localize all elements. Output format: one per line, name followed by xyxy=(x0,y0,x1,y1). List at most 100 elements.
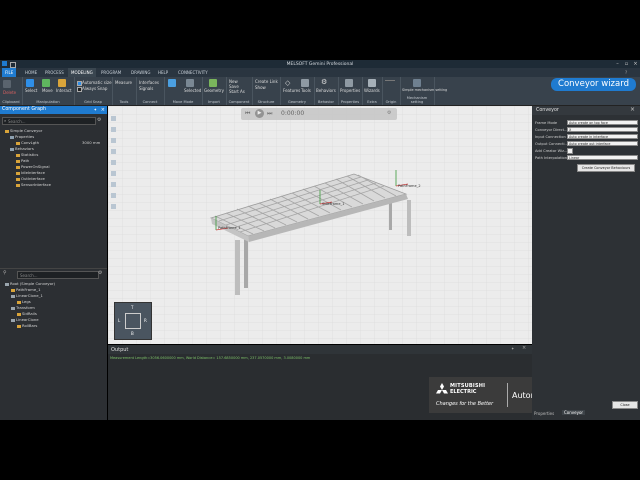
start-as-button[interactable]: Start As xyxy=(229,89,245,94)
menu-process[interactable]: PROCESS xyxy=(42,68,67,77)
view-tool-icon[interactable] xyxy=(111,127,116,132)
3d-viewport[interactable]: PathFrame_2 PathFrame_1 SideFrame_1 ⏮ ▶ … xyxy=(108,106,532,344)
view-tool-icon[interactable] xyxy=(111,116,116,121)
interact-icon[interactable] xyxy=(58,79,66,87)
paste-icon[interactable] xyxy=(3,80,11,88)
tree-item[interactable]: SidRails xyxy=(17,311,37,316)
navigation-cube[interactable]: T L R B xyxy=(114,302,152,340)
pin-icon[interactable]: ✦ xyxy=(94,106,97,114)
selected-button[interactable]: Selected xyxy=(184,88,201,93)
tree-item[interactable]: Behaviors xyxy=(10,146,34,151)
pin-icon[interactable]: ✦ xyxy=(511,346,514,351)
tree-item[interactable]: LinearClone_1 xyxy=(11,293,43,298)
close-icon[interactable]: × xyxy=(630,106,635,113)
tree-item[interactable]: Transform xyxy=(11,305,35,310)
delete-button[interactable]: Delete xyxy=(3,90,16,95)
tree-item[interactable]: Simple Conveyor xyxy=(5,128,42,133)
menu-file[interactable]: FILE xyxy=(2,68,17,77)
geometry-button[interactable]: Geometry xyxy=(204,88,224,93)
mechanism-icon[interactable] xyxy=(413,79,421,87)
tree-item[interactable]: ConvLgth xyxy=(16,140,39,145)
origin-icon[interactable] xyxy=(385,80,395,81)
tree-item[interactable]: Legs xyxy=(17,299,31,304)
tree-item[interactable]: LinearClone xyxy=(11,317,39,322)
tree-item[interactable]: Path xyxy=(16,158,29,163)
move-button[interactable]: Move xyxy=(42,88,53,93)
search-input-2[interactable]: Search... xyxy=(17,271,99,279)
tree-item[interactable]: IdleInterface xyxy=(16,170,45,175)
maximize-button[interactable]: ▫ xyxy=(622,60,631,68)
select-arrow-icon[interactable] xyxy=(26,79,34,87)
properties-icon[interactable] xyxy=(345,79,353,87)
close-icon[interactable]: × xyxy=(101,106,105,114)
simple-mechanism-button[interactable]: Simple mechanism setting xyxy=(402,88,447,92)
settings-gear-icon[interactable]: ⚙ xyxy=(98,270,102,276)
tree-item[interactable]: Statistics xyxy=(16,152,38,157)
menu-drawing[interactable]: DRAWING xyxy=(128,68,153,77)
tree-item[interactable]: OutInterface xyxy=(16,176,45,181)
tools-button[interactable]: Tools xyxy=(301,88,311,93)
search-input[interactable]: Search... ⌕ xyxy=(2,117,96,125)
nav-right[interactable]: R xyxy=(144,318,147,323)
conveyor-direction-select[interactable]: X xyxy=(567,127,638,132)
view-tool-icon[interactable] xyxy=(111,160,116,165)
features-button[interactable]: Features xyxy=(283,88,300,93)
filter-icon[interactable]: ⚲ xyxy=(3,270,7,276)
menu-connectivity[interactable]: CONNECTIVITY xyxy=(175,68,211,77)
menu-help[interactable]: HELP xyxy=(155,68,171,77)
close-window-button[interactable]: × xyxy=(631,60,640,68)
create-link-button[interactable]: Create Link xyxy=(255,79,278,84)
diamond-icon[interactable]: ◇ xyxy=(285,79,290,87)
close-button[interactable]: Close xyxy=(612,401,638,409)
tree-item[interactable]: PathFrame_1 xyxy=(11,287,41,292)
nav-cube-face[interactable] xyxy=(125,313,141,329)
view-tool-icon[interactable] xyxy=(111,138,116,143)
step-icon[interactable]: ⏭ xyxy=(267,110,272,118)
input-connection-select[interactable]: Auto create in interface xyxy=(567,134,638,139)
view-tool-icon[interactable] xyxy=(111,149,116,154)
wizards-icon[interactable] xyxy=(368,79,376,87)
add-creator-wizard-checkbox[interactable] xyxy=(567,148,573,154)
gear-icon[interactable]: ⚙ xyxy=(321,78,327,86)
output-connection-select[interactable]: Auto create out interface xyxy=(567,141,638,146)
view-tool-icon[interactable] xyxy=(111,204,116,209)
close-icon[interactable]: × xyxy=(522,345,526,351)
select-button[interactable]: Select xyxy=(25,88,37,93)
interact-button[interactable]: Interact xyxy=(56,88,72,93)
tree-item[interactable]: PowerOnSignal xyxy=(16,164,50,169)
geometry-icon[interactable] xyxy=(209,79,217,87)
show-button[interactable]: Show xyxy=(255,85,266,90)
help-icon[interactable]: ? xyxy=(625,70,627,75)
interfaces-button[interactable]: Interfaces xyxy=(139,80,159,85)
view-tool-icon[interactable] xyxy=(111,193,116,198)
view-tool-icon[interactable] xyxy=(111,171,116,176)
tab-properties[interactable]: Properties xyxy=(534,411,554,416)
tree-item[interactable]: Properties xyxy=(10,134,34,139)
path-interpolation-select[interactable]: Linear xyxy=(567,155,638,160)
tab-conveyor[interactable]: Conveyor xyxy=(562,410,586,415)
nav-top[interactable]: T xyxy=(131,305,133,310)
minimize-button[interactable]: – xyxy=(613,60,622,68)
nav-bottom[interactable]: B xyxy=(131,331,134,336)
signals-button[interactable]: Signals xyxy=(139,86,153,91)
settings-icon[interactable]: ⚙ xyxy=(387,110,391,116)
measure-button[interactable]: Measure xyxy=(115,80,132,85)
hierarchy-icon[interactable] xyxy=(168,79,176,87)
reset-icon[interactable]: ⏮ xyxy=(245,110,250,118)
play-icon[interactable]: ▶ xyxy=(255,109,264,118)
create-conveyor-behaviours-button[interactable]: Create Conveyor Behaviours xyxy=(577,164,635,172)
selected-icon[interactable] xyxy=(186,79,194,87)
settings-gear-icon[interactable]: ⚙ xyxy=(97,117,101,123)
tree-item[interactable]: RollBars xyxy=(17,323,37,328)
tools-icon[interactable] xyxy=(301,79,309,87)
behaviors-button[interactable]: Behaviors xyxy=(316,88,336,93)
menu-home[interactable]: HOME xyxy=(22,68,40,77)
properties-button[interactable]: Properties xyxy=(340,88,360,93)
view-tool-icon[interactable] xyxy=(111,182,116,187)
move-icon[interactable] xyxy=(42,79,50,87)
frame-mode-select[interactable]: Auto create on top face xyxy=(567,120,638,125)
tree-item[interactable]: Root (Simple Conveyor) xyxy=(5,281,55,286)
menu-modeling[interactable]: MODELING xyxy=(68,68,96,77)
wizards-button[interactable]: Wizards xyxy=(364,88,380,93)
tree-item[interactable]: SensorInterface xyxy=(16,182,51,187)
